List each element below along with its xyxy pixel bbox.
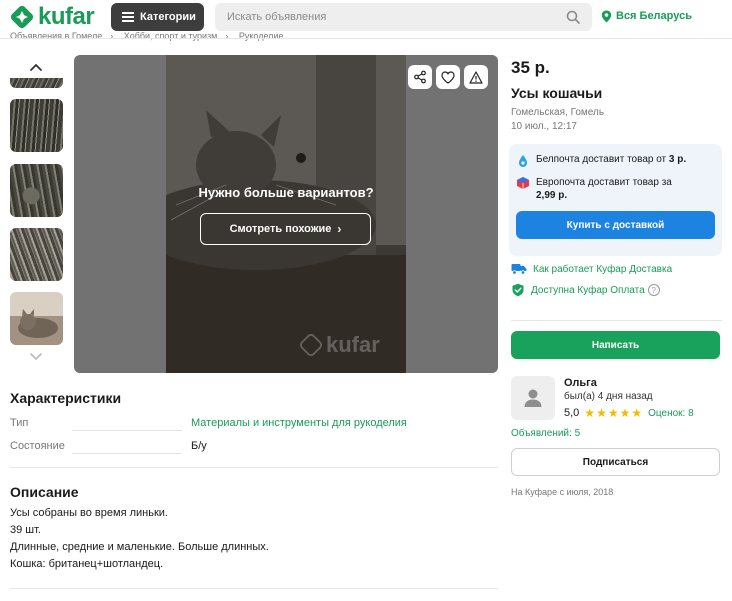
listing-date: 10 июл., 12:17: [511, 121, 577, 132]
thumbnail[interactable]: [10, 78, 63, 88]
payment-info-label: Доступна Куфар Оплата: [531, 284, 645, 296]
divider: [10, 588, 498, 589]
more-options-title: Нужно больше вариантов?: [198, 185, 374, 200]
share-icon: [414, 70, 426, 84]
char-divider: [72, 430, 182, 431]
warning-icon: [469, 70, 483, 84]
belpochta-text: Белпочта доставит товар от: [536, 154, 669, 165]
price: 35 р.: [511, 58, 550, 77]
star-icon: ★: [631, 406, 643, 420]
write-message-label: Написать: [591, 339, 640, 351]
favorite-button[interactable]: [436, 65, 460, 89]
belpochta-price: 3 р.: [668, 154, 687, 165]
seller-rating: 5,0 ★ ★ ★ ★ ★ Оценок: 8: [564, 406, 694, 420]
breadcrumb-item[interactable]: Рукоделие: [239, 31, 284, 41]
region-selector[interactable]: Вся Беларусь: [601, 7, 692, 25]
thumbnail[interactable]: [10, 292, 63, 345]
menu-icon: [122, 12, 134, 22]
rating-score: 5,0: [564, 407, 580, 419]
categories-label: Категории: [140, 11, 196, 23]
location-pin-icon: [601, 10, 612, 22]
char-label: Состояние: [10, 440, 65, 452]
search-icon[interactable]: [566, 10, 580, 24]
avatar[interactable]: [511, 376, 555, 420]
payment-info-link[interactable]: Доступна Куфар Оплата ?: [511, 283, 660, 297]
region-label: Вся Беларусь: [616, 10, 692, 22]
kufar-logo-icon: [10, 5, 34, 29]
logo-text: kufar: [38, 3, 95, 30]
chevron-up-icon[interactable]: [26, 58, 46, 76]
watermark: kufar: [300, 332, 380, 358]
search-placeholder: Искать объявления: [227, 11, 327, 23]
cat-thumbnail-image: [18, 309, 58, 338]
star-icon: ★: [584, 406, 596, 420]
breadcrumb-item[interactable]: Объявления в Гомеле: [10, 31, 102, 41]
belpochta-row: Белпочта доставит товар от 3 р.: [516, 154, 686, 168]
europochta-row: Европочта доставит товар за 2,99 р.: [516, 176, 706, 202]
char-value: Б/у: [191, 440, 207, 452]
photo-viewer[interactable]: Нужно больше вариантов? Смотреть похожие…: [74, 55, 498, 373]
star-icon: ★: [619, 406, 631, 420]
share-button[interactable]: [408, 65, 432, 89]
belpochta-icon: [519, 155, 527, 167]
buy-with-delivery-label: Купить с доставкой: [566, 219, 665, 231]
truck-icon: [511, 264, 527, 275]
description-title: Описание: [10, 484, 79, 500]
description-line: Усы собраны во время линьки.: [10, 507, 168, 519]
kufar-watermark-icon: [300, 334, 322, 356]
breadcrumb-item[interactable]: Хобби, спорт и туризм: [124, 31, 218, 41]
see-similar-button[interactable]: Смотреть похожие ›: [200, 213, 371, 245]
watermark-text: kufar: [326, 332, 380, 357]
europochta-price: 2,99 р.: [536, 190, 568, 201]
delivery-box: Белпочта доставит товар от 3 р. Европочт…: [509, 144, 722, 256]
thumbnail[interactable]: [10, 164, 63, 217]
seller-last-seen: был(а) 4 дня назад: [564, 391, 653, 402]
listing-location: Гомельская, Гомель: [511, 107, 605, 118]
reviews-link[interactable]: Оценок: 8: [648, 408, 694, 419]
char-label: Тип: [10, 417, 29, 429]
breadcrumb: Объявления в Гомеле › Хобби, спорт и тури…: [10, 31, 284, 41]
chevron-down-icon[interactable]: [26, 349, 46, 365]
heart-icon: [441, 70, 455, 84]
categories-button[interactable]: Категории: [111, 3, 204, 31]
description-line: 39 шт.: [10, 524, 41, 536]
description-line: Длинные, средние и маленькие. Больше дли…: [10, 541, 269, 553]
description-line: Кошка: британец+шотландец.: [10, 558, 164, 570]
search-input[interactable]: Искать объявления: [215, 3, 592, 31]
seller-since: На Куфаре с июля, 2018: [511, 487, 614, 497]
seller-ads-link[interactable]: Объявлений: 5: [511, 428, 580, 439]
listing-title: Усы кошачьи: [511, 85, 603, 101]
star-icon: ★: [607, 406, 619, 420]
header-divider: [0, 38, 732, 39]
thumbnail[interactable]: [10, 99, 63, 152]
kufar-logo[interactable]: kufar: [10, 3, 95, 30]
see-similar-label: Смотреть похожие: [229, 223, 332, 235]
subscribe-label: Подписаться: [582, 456, 649, 468]
divider: [511, 320, 722, 321]
europochta-text: Европочта доставит товар за: [536, 177, 672, 188]
help-icon[interactable]: ?: [647, 284, 660, 296]
star-icon: ★: [596, 406, 607, 420]
char-divider: [72, 453, 182, 454]
characteristics-title: Характеристики: [10, 390, 122, 406]
char-value-link[interactable]: Материалы и инструменты для рукоделия: [191, 417, 407, 429]
delivery-info-label: Как работает Куфар Доставка: [533, 263, 673, 275]
report-button[interactable]: [464, 65, 488, 89]
delivery-info-link[interactable]: Как работает Куфар Доставка: [511, 263, 672, 275]
seller-name[interactable]: Ольга: [564, 377, 597, 389]
thumbnail[interactable]: [10, 228, 63, 281]
write-message-button[interactable]: Написать: [511, 331, 720, 359]
europochta-icon: [517, 177, 529, 189]
divider: [10, 467, 498, 468]
user-icon: [524, 389, 542, 407]
subscribe-button[interactable]: Подписаться: [511, 448, 720, 476]
shield-check-icon: [512, 283, 524, 297]
chevron-right-icon: ›: [337, 222, 342, 236]
buy-with-delivery-button[interactable]: Купить с доставкой: [516, 211, 715, 239]
